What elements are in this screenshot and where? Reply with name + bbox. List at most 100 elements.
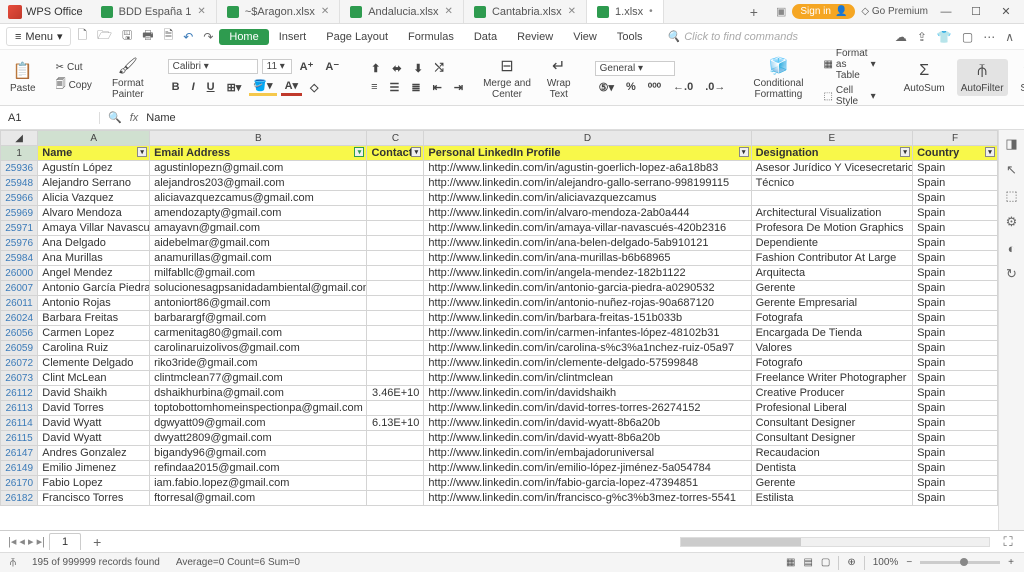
- cell[interactable]: Spain: [913, 326, 998, 341]
- print-preview-icon[interactable]: 🗎: [160, 26, 178, 47]
- cell[interactable]: http://www.linkedin.com/in/francisco-g%c…: [424, 491, 751, 506]
- align-middle-icon[interactable]: ⬌: [388, 61, 405, 76]
- cell[interactable]: http://www.linkedin.com/in/carolina-s%c3…: [424, 341, 751, 356]
- cell[interactable]: Antonio Rojas: [38, 296, 150, 311]
- zoom-out-button[interactable]: −: [906, 557, 912, 568]
- row-header[interactable]: 25948: [1, 176, 38, 191]
- cell[interactable]: http://www.linkedin.com/in/ana-belen-del…: [424, 236, 751, 251]
- cell[interactable]: [367, 221, 424, 236]
- cell[interactable]: Asesor Jurídico Y Vicesecretario: [751, 161, 913, 176]
- tab-close-icon[interactable]: •: [649, 6, 653, 17]
- cell[interactable]: Alvaro Mendoza: [38, 206, 150, 221]
- cell[interactable]: Angel Mendez: [38, 266, 150, 281]
- row-header[interactable]: 25936: [1, 161, 38, 176]
- cell[interactable]: [367, 356, 424, 371]
- cell[interactable]: [367, 371, 424, 386]
- share-icon[interactable]: ⇪: [913, 30, 931, 44]
- grid[interactable]: ◢ABCDEF 1Name▾Email Address▾Contact▾Pers…: [0, 130, 998, 530]
- settings-icon[interactable]: ⚙: [1004, 214, 1020, 230]
- wrap-text-button[interactable]: ↵Wrap Text: [543, 56, 575, 100]
- zoom-slider[interactable]: [920, 561, 1000, 564]
- cell[interactable]: http://www.linkedin.com/in/amaya-villar-…: [424, 221, 751, 236]
- menu-tools[interactable]: Tools: [607, 29, 653, 45]
- cell[interactable]: Creative Producer: [751, 386, 913, 401]
- cell[interactable]: Spain: [913, 236, 998, 251]
- new-file-icon[interactable]: 🗋: [73, 26, 91, 47]
- cell[interactable]: Barbara Freitas: [38, 311, 150, 326]
- row-header[interactable]: 26059: [1, 341, 38, 356]
- cell[interactable]: Spain: [913, 176, 998, 191]
- row-header[interactable]: 26007: [1, 281, 38, 296]
- row-header[interactable]: 26113: [1, 401, 38, 416]
- cell[interactable]: Spain: [913, 296, 998, 311]
- cell[interactable]: ftorresal@gmail.com: [150, 491, 367, 506]
- cell[interactable]: http://www.linkedin.com/in/agustin-goerl…: [424, 161, 751, 176]
- cell[interactable]: [367, 296, 424, 311]
- cell[interactable]: barbarargf@gmail.com: [150, 311, 367, 326]
- cell[interactable]: http://www.linkedin.com/in/clemente-delg…: [424, 356, 751, 371]
- cell[interactable]: [367, 206, 424, 221]
- align-left-icon[interactable]: ≡: [367, 80, 381, 94]
- sign-in-button[interactable]: Sign in👤: [792, 4, 855, 19]
- row-header[interactable]: 26072: [1, 356, 38, 371]
- cell[interactable]: http://www.linkedin.com/in/aliciavazquez…: [424, 191, 751, 206]
- document-tab[interactable]: ~$Aragon.xlsx✕: [217, 0, 340, 23]
- cell[interactable]: Architectural Visualization: [751, 206, 913, 221]
- currency-icon[interactable]: ⑤▾: [595, 80, 618, 95]
- cell[interactable]: http://www.linkedin.com/in/ana-murillas-…: [424, 251, 751, 266]
- cell[interactable]: milfabllc@gmail.com: [150, 266, 367, 281]
- new-tab-button[interactable]: +: [738, 4, 770, 20]
- cell[interactable]: Freelance Writer Photographer: [751, 371, 913, 386]
- cell[interactable]: antoniort86@gmail.com: [150, 296, 367, 311]
- cell[interactable]: carmenitag80@gmail.com: [150, 326, 367, 341]
- filter-dropdown-icon[interactable]: ▾: [354, 147, 364, 157]
- cell[interactable]: http://www.linkedin.com/in/fabio-garcia-…: [424, 476, 751, 491]
- document-tab[interactable]: Andalucia.xlsx✕: [340, 0, 464, 23]
- reading-mode-icon[interactable]: ⊕: [847, 557, 855, 568]
- tab-close-icon[interactable]: ✕: [197, 6, 205, 17]
- zoom-value[interactable]: 100%: [873, 557, 899, 568]
- cell[interactable]: Consultant Designer: [751, 431, 913, 446]
- cell[interactable]: clintmclean77@gmail.com: [150, 371, 367, 386]
- cell[interactable]: http://www.linkedin.com/in/embajadoruniv…: [424, 446, 751, 461]
- cell[interactable]: http://www.linkedin.com/in/carmen-infant…: [424, 326, 751, 341]
- row-header[interactable]: 26056: [1, 326, 38, 341]
- cell[interactable]: Spain: [913, 161, 998, 176]
- cell[interactable]: Ana Murillas: [38, 251, 150, 266]
- cell[interactable]: iam.fabio.lopez@gmail.com: [150, 476, 367, 491]
- ribbon-toggle-icon[interactable]: ∧: [1001, 30, 1018, 44]
- row-header[interactable]: 1: [1, 146, 38, 161]
- cell[interactable]: http://www.linkedin.com/in/david-wyatt-8…: [424, 431, 751, 446]
- column-header[interactable]: B: [150, 131, 367, 146]
- refresh-icon[interactable]: ↻: [1004, 266, 1020, 282]
- row-header[interactable]: 25984: [1, 251, 38, 266]
- cell-style-button[interactable]: ⬚ Cell Style ▾: [819, 84, 879, 108]
- column-header[interactable]: F: [913, 131, 998, 146]
- increase-font-icon[interactable]: A⁺: [296, 59, 318, 74]
- cell[interactable]: [367, 491, 424, 506]
- cell[interactable]: [367, 431, 424, 446]
- cell[interactable]: [751, 191, 913, 206]
- zoom-in-button[interactable]: +: [1008, 557, 1014, 568]
- align-top-icon[interactable]: ⬆: [367, 61, 384, 76]
- cell[interactable]: David Shaikh: [38, 386, 150, 401]
- paste-button[interactable]: 📋Paste: [6, 61, 40, 94]
- view-normal-icon[interactable]: ▦: [786, 557, 795, 568]
- cell[interactable]: [367, 266, 424, 281]
- cell[interactable]: dwyatt2809@gmail.com: [150, 431, 367, 446]
- decrease-font-icon[interactable]: A⁻: [321, 59, 343, 74]
- maximize-button[interactable]: ☐: [964, 5, 988, 18]
- filter-dropdown-icon[interactable]: ▾: [739, 147, 749, 157]
- cell[interactable]: toptobottomhomeinspectionpa@gmail.com: [150, 401, 367, 416]
- cell[interactable]: Dependiente: [751, 236, 913, 251]
- cell[interactable]: [367, 476, 424, 491]
- cell[interactable]: Técnico: [751, 176, 913, 191]
- header-cell[interactable]: Designation▾: [751, 146, 913, 161]
- cell[interactable]: Spain: [913, 446, 998, 461]
- cell[interactable]: Spain: [913, 281, 998, 296]
- sheet-nav[interactable]: |◂ ◂ ▸ ▸|: [8, 535, 45, 548]
- cell[interactable]: David Torres: [38, 401, 150, 416]
- cell[interactable]: Spain: [913, 431, 998, 446]
- select-all-corner[interactable]: ◢: [1, 131, 38, 146]
- cell[interactable]: [367, 281, 424, 296]
